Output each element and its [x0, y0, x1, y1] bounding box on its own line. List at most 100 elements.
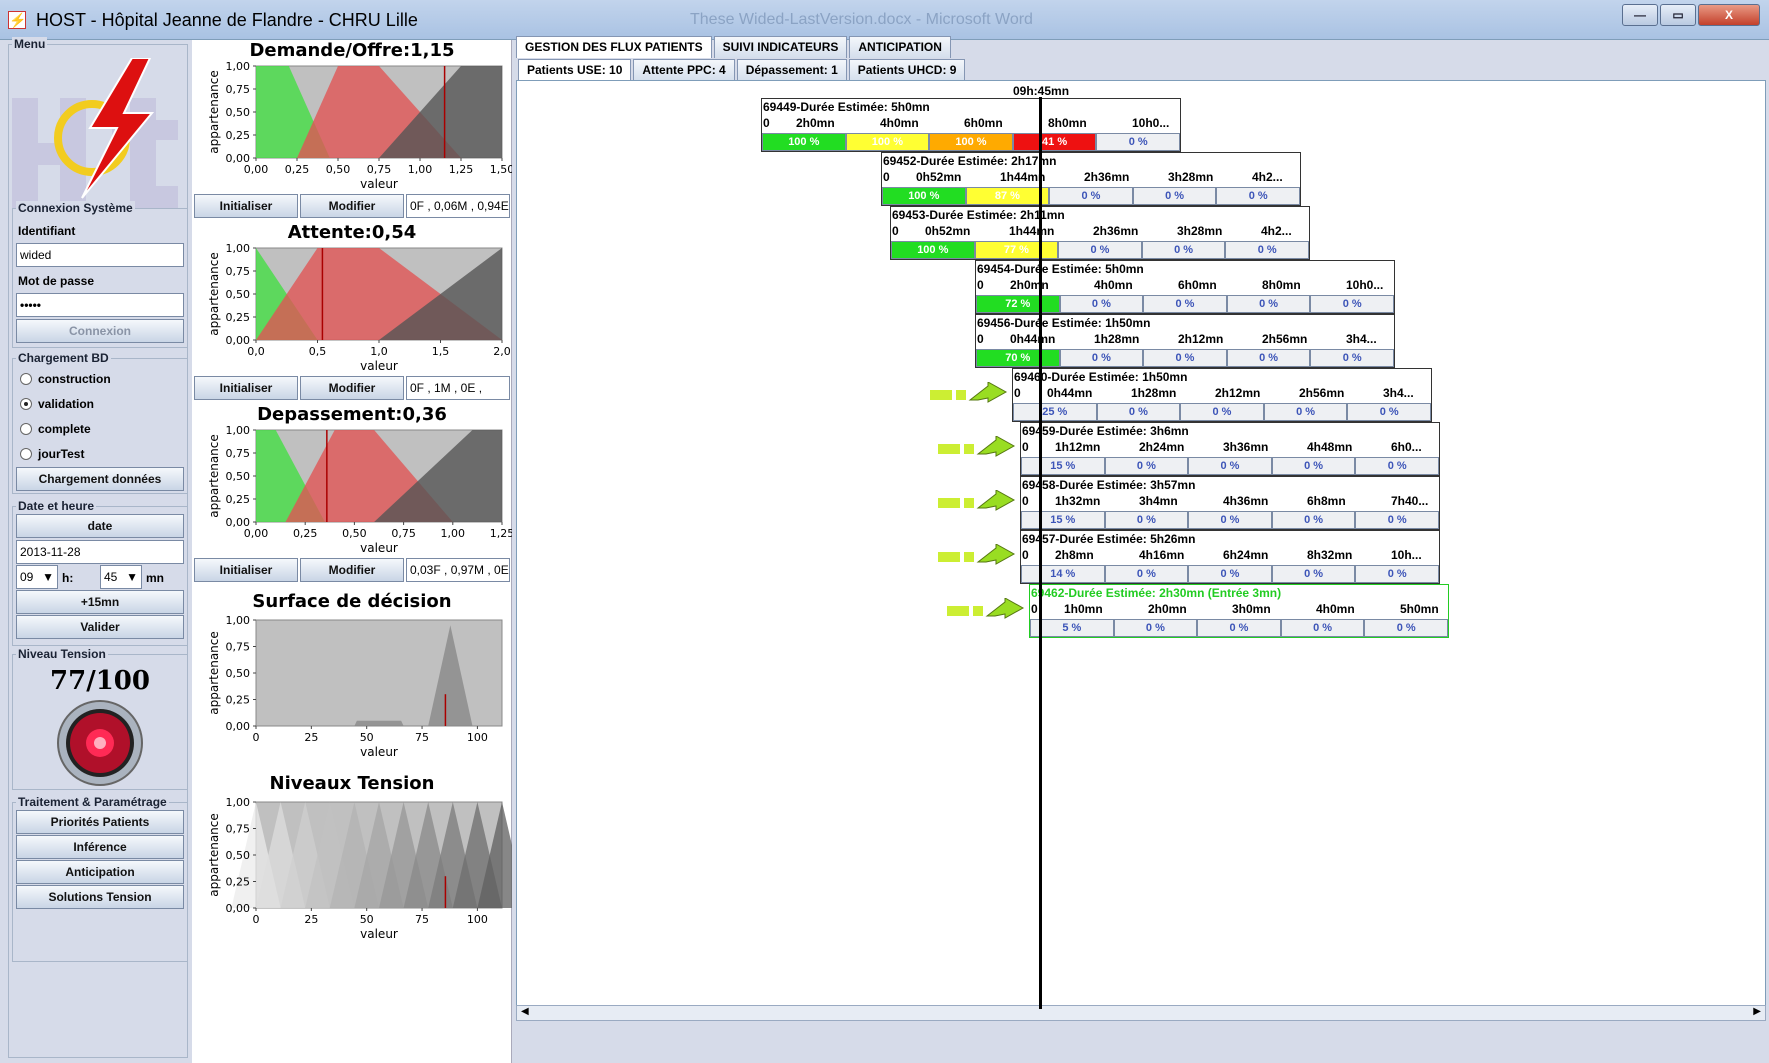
- maximize-button[interactable]: ▭: [1660, 4, 1696, 26]
- patient-progress-cells: 15 % 0 % 0 % 0 % 0 %: [1021, 511, 1439, 529]
- tab-depassement[interactable]: Dépassement: 1: [736, 59, 847, 81]
- y-tick-label: 1,00: [226, 244, 251, 255]
- radio-jourtest[interactable]: jourTest: [20, 447, 84, 461]
- plus-15mn-button[interactable]: +15mn: [16, 590, 184, 614]
- minimize-button[interactable]: —: [1622, 4, 1658, 26]
- radio-complete[interactable]: complete: [20, 422, 91, 436]
- radio-icon: [20, 373, 32, 385]
- patient-card[interactable]: 69453-Durée Estimée: 2h11mn 0 0h52mn 1h44mn…: [890, 206, 1310, 260]
- y-axis-label: appartenance: [207, 434, 221, 518]
- anticipation-button[interactable]: Anticipation: [16, 860, 184, 884]
- time-tick-label: 0: [763, 116, 770, 130]
- scroll-left-icon[interactable]: ◀: [521, 1006, 529, 1017]
- minute-select[interactable]: 45 ▼: [100, 565, 142, 589]
- chart-5: Niveaux Tension 0,00 0,25 0,50 0,75 1,00 0 25 50…: [192, 768, 512, 958]
- modifier-button[interactable]: Modifier: [300, 558, 404, 582]
- x-axis-label: valeur: [360, 359, 398, 373]
- tab-suivi-indicateurs[interactable]: SUIVI INDICATEURS: [713, 36, 848, 58]
- time-tick-label: 2h12mn: [1178, 332, 1224, 346]
- progress-cell: 0 %: [1188, 565, 1272, 583]
- patient-card[interactable]: 69449-Durée Estimée: 5h0mn 0 2h0mn 4h0mn 6h0…: [761, 98, 1181, 152]
- y-tick-label: 1,00: [226, 62, 251, 73]
- chart-plot: 0,00 0,25 0,50 0,75 1,00 0 25 50 75 100 appartenan…: [207, 616, 503, 759]
- tab-attente-ppc[interactable]: Attente PPC: 4: [633, 59, 735, 81]
- horizontal-scrollbar[interactable]: ◀ ▶: [516, 1005, 1766, 1021]
- initialiser-button[interactable]: Initialiser: [194, 194, 298, 218]
- progress-cell: 0 %: [1355, 565, 1439, 583]
- time-tick-label: 4h36mn: [1223, 494, 1269, 508]
- background-window-title: These Wided-LastVersion.docx - Microsoft…: [690, 11, 1033, 28]
- modifier-button[interactable]: Modifier: [300, 376, 404, 400]
- progress-cell: 100 %: [845, 133, 930, 151]
- patient-card[interactable]: 69460-Durée Estimée: 1h50mn 0 0h44mn 1h28mn…: [1012, 368, 1432, 422]
- tension-value: 77/100: [50, 666, 150, 696]
- patient-title: 69456-Durée Estimée: 1h50mn: [977, 316, 1151, 330]
- patient-card[interactable]: 69457-Durée Estimée: 5h26mn 0 2h8mn 4h16mn 6…: [1020, 530, 1440, 584]
- patient-card[interactable]: 69456-Durée Estimée: 1h50mn 0 0h44mn 1h28mn…: [975, 314, 1395, 368]
- patient-time-ticks: 0 0h52mn 1h44mn 2h36mn 3h28mn 4h2...: [891, 224, 1309, 240]
- date-field[interactable]: 2013-11-28: [16, 540, 184, 564]
- inference-button[interactable]: Inférence: [16, 835, 184, 859]
- patient-card[interactable]: 69459-Durée Estimée: 3h6mn 0 1h12mn 2h24mn 3…: [1020, 422, 1440, 476]
- priorites-patients-button[interactable]: Priorités Patients: [16, 810, 184, 834]
- time-tick-label: 2h0mn: [1148, 602, 1187, 616]
- close-button[interactable]: X: [1698, 4, 1760, 26]
- app-icon: ⚡: [8, 11, 27, 29]
- chart-title: Niveaux Tension: [269, 773, 435, 794]
- date-group-label: Date et heure: [16, 499, 97, 513]
- time-tick-label: 2h56mn: [1262, 332, 1308, 346]
- time-tick-label: 0h52mn: [925, 224, 971, 238]
- radio-validation[interactable]: validation: [20, 397, 94, 411]
- x-tick-label: 0: [253, 731, 260, 744]
- initialiser-button[interactable]: Initialiser: [194, 558, 298, 582]
- patient-card[interactable]: 69454-Durée Estimée: 5h0mn 0 2h0mn 4h0mn 6h0…: [975, 260, 1395, 314]
- progress-cell: 0 %: [1225, 241, 1309, 259]
- time-tick-label: 8h0mn: [1048, 116, 1087, 130]
- time-tick-label: 2h0mn: [796, 116, 835, 130]
- solutions-tension-button[interactable]: Solutions Tension: [16, 885, 184, 909]
- progress-cell: 0 %: [1216, 187, 1300, 205]
- x-axis-label: valeur: [360, 927, 398, 941]
- password-field[interactable]: •••••: [16, 293, 184, 317]
- radio-construction[interactable]: construction: [20, 372, 111, 386]
- progress-cell: 0 %: [1188, 511, 1272, 529]
- membership-field[interactable]: 0F , 1M , 0E ,: [406, 376, 510, 400]
- radio-complete-label: complete: [38, 422, 91, 436]
- hour-select[interactable]: 09 ▼: [16, 565, 58, 589]
- date-button[interactable]: date: [16, 514, 184, 538]
- patient-card[interactable]: 69452-Durée Estimée: 2h17mn 0 0h52mn 1h44mn…: [881, 152, 1301, 206]
- y-tick-label: 0,25: [226, 876, 251, 889]
- chargement-donnees-button[interactable]: Chargement données: [16, 467, 184, 491]
- tab-patients-uhcd[interactable]: Patients UHCD: 9: [848, 59, 966, 81]
- tab-anticipation[interactable]: ANTICIPATION: [849, 36, 951, 58]
- progress-cell: 15 %: [1021, 511, 1105, 529]
- radio-icon: [20, 448, 32, 460]
- progress-cell: 0 %: [1271, 565, 1356, 583]
- initialiser-button[interactable]: Initialiser: [194, 376, 298, 400]
- y-tick-label: 1,00: [226, 798, 251, 809]
- host-logo: [12, 58, 178, 208]
- scroll-right-icon[interactable]: ▶: [1753, 1006, 1761, 1017]
- connexion-button[interactable]: Connexion: [16, 319, 184, 343]
- progress-cell: 0 %: [1180, 403, 1264, 421]
- progress-cell: 0 %: [1113, 619, 1198, 637]
- y-tick-label: 0,00: [226, 902, 251, 915]
- membership-field[interactable]: 0,03F , 0,97M , 0E ,: [406, 558, 510, 582]
- patient-card[interactable]: 69462-Durée Estimée: 2h30mn (Entrée 3mn)…: [1029, 584, 1449, 638]
- progress-cell: 0 %: [1310, 349, 1394, 367]
- time-tick-label: 0: [1031, 602, 1038, 616]
- modifier-button[interactable]: Modifier: [300, 194, 404, 218]
- patient-card[interactable]: 69458-Durée Estimée: 3h57mn 0 1h32mn 3h4mn 4…: [1020, 476, 1440, 530]
- valider-button[interactable]: Valider: [16, 615, 184, 639]
- arrival-arrow-icon: [938, 490, 1016, 511]
- tab-gestion-flux[interactable]: GESTION DES FLUX PATIENTS: [516, 36, 712, 58]
- x-tick-label: 100: [467, 913, 488, 926]
- identifiant-field[interactable]: wided: [16, 243, 184, 267]
- client-area: Menu Connexion Système Identifiant wided…: [0, 36, 1769, 1063]
- membership-field[interactable]: 0F , 0,06M , 0,94E ,: [406, 194, 510, 218]
- y-tick-label: 0,50: [226, 667, 251, 680]
- current-time-label: 09h:45mn: [1013, 84, 1070, 98]
- tab-patients-use[interactable]: Patients USE: 10: [518, 59, 632, 81]
- progress-cell: 72 %: [976, 295, 1060, 313]
- arrival-arrow-icon: [938, 436, 1016, 457]
